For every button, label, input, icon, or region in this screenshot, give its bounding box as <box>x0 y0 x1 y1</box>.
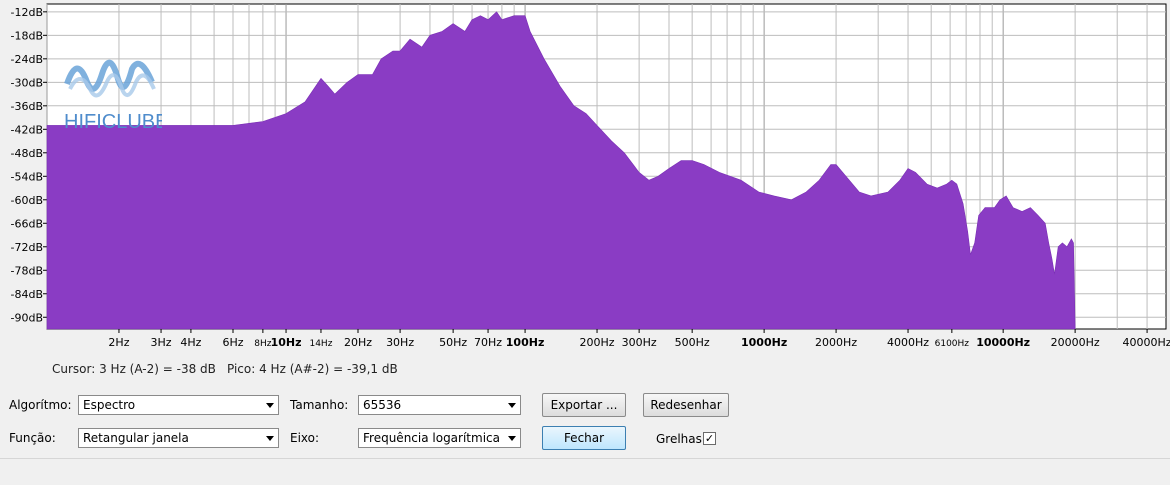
y-tick-label: -36dB <box>11 100 44 113</box>
x-tick-label: 3Hz <box>151 336 172 349</box>
x-tick-label: 20000Hz <box>1051 336 1100 349</box>
y-tick-label: -72dB <box>11 241 44 254</box>
y-tick-label: -78dB <box>11 264 44 277</box>
y-tick-label: -48dB <box>11 147 44 160</box>
x-tick-label: 20Hz <box>344 336 372 349</box>
axis-select[interactable]: Frequência logarítmica <box>358 428 521 448</box>
status-bar <box>0 458 1170 485</box>
cursor-readout: Cursor: 3 Hz (A-2) = -38 dB <box>52 362 216 376</box>
x-tick-label: 14Hz <box>309 339 332 349</box>
x-tick-label: 40000Hz <box>1123 336 1170 349</box>
x-tick-label: 100Hz <box>506 336 545 349</box>
x-tick-label: 8Hz <box>254 339 271 349</box>
close-button[interactable]: Fechar <box>542 426 626 450</box>
y-tick-label: -90dB <box>11 311 44 324</box>
x-tick-label: 2Hz <box>108 336 129 349</box>
export-button[interactable]: Exportar ... <box>542 393 626 417</box>
dropdown-arrow-icon <box>266 403 274 408</box>
y-tick-label: -54dB <box>11 170 44 183</box>
grids-checkbox[interactable]: ✓ <box>703 432 716 445</box>
peak-readout: Pico: 4 Hz (A#-2) = -39,1 dB <box>227 362 398 376</box>
axis-value: Frequência logarítmica <box>363 431 500 445</box>
redraw-button[interactable]: Redesenhar <box>643 393 729 417</box>
x-tick-label: 6Hz <box>222 336 243 349</box>
y-tick-label: -30dB <box>11 76 44 89</box>
x-tick-label: 4000Hz <box>887 336 929 349</box>
y-tick-label: -12dB <box>11 6 44 19</box>
spectrum-graph[interactable]: -12dB -18dB -24dB -30dB -36dB -42dB -48dB -54dB… <box>0 0 1170 352</box>
x-tick-label: 10Hz <box>271 336 302 349</box>
grids-label: Grelhas <box>656 432 702 446</box>
x-tick-label: 1000Hz <box>741 336 787 349</box>
dropdown-arrow-icon <box>508 436 516 441</box>
x-tick-label: 50Hz <box>439 336 467 349</box>
x-tick-label: 30Hz <box>386 336 414 349</box>
function-value: Retangular janela <box>83 431 189 445</box>
hificlube-logo: HIFICLUBE <box>64 59 162 133</box>
x-tick-label: 10000Hz <box>976 336 1030 349</box>
x-tick-label: 4Hz <box>180 336 201 349</box>
x-tick-label: 2000Hz <box>815 336 857 349</box>
spectrum-plot[interactable]: -12dB -18dB -24dB -30dB -36dB -42dB -48dB -54dB… <box>0 0 1170 352</box>
y-tick-label: -60dB <box>11 194 44 207</box>
y-tick-label: -24dB <box>11 53 44 66</box>
axis-label: Eixo: <box>290 431 320 445</box>
x-tick-label: 200Hz <box>580 336 615 349</box>
y-tick-label: -84dB <box>11 288 44 301</box>
x-tick-label: 70Hz <box>474 336 502 349</box>
algorithm-select[interactable]: Espectro <box>78 395 279 415</box>
size-select[interactable]: 65536 <box>358 395 521 415</box>
size-value: 65536 <box>363 398 402 412</box>
y-tick-label: -66dB <box>11 217 44 230</box>
x-tick-label: 500Hz <box>675 336 710 349</box>
algorithm-value: Espectro <box>83 398 136 412</box>
dropdown-arrow-icon <box>508 403 516 408</box>
x-tick-label: 6100Hz <box>935 339 970 349</box>
algorithm-label: Algorítmo: <box>9 398 72 412</box>
function-label: Função: <box>9 431 56 445</box>
y-tick-label: -18dB <box>11 29 44 42</box>
function-select[interactable]: Retangular janela <box>78 428 279 448</box>
svg-text:HIFICLUBE: HIFICLUBE <box>64 111 162 133</box>
dropdown-arrow-icon <box>266 436 274 441</box>
x-tick-label: 300Hz <box>622 336 657 349</box>
y-tick-label: -42dB <box>11 123 44 136</box>
size-label: Tamanho: <box>290 398 349 412</box>
